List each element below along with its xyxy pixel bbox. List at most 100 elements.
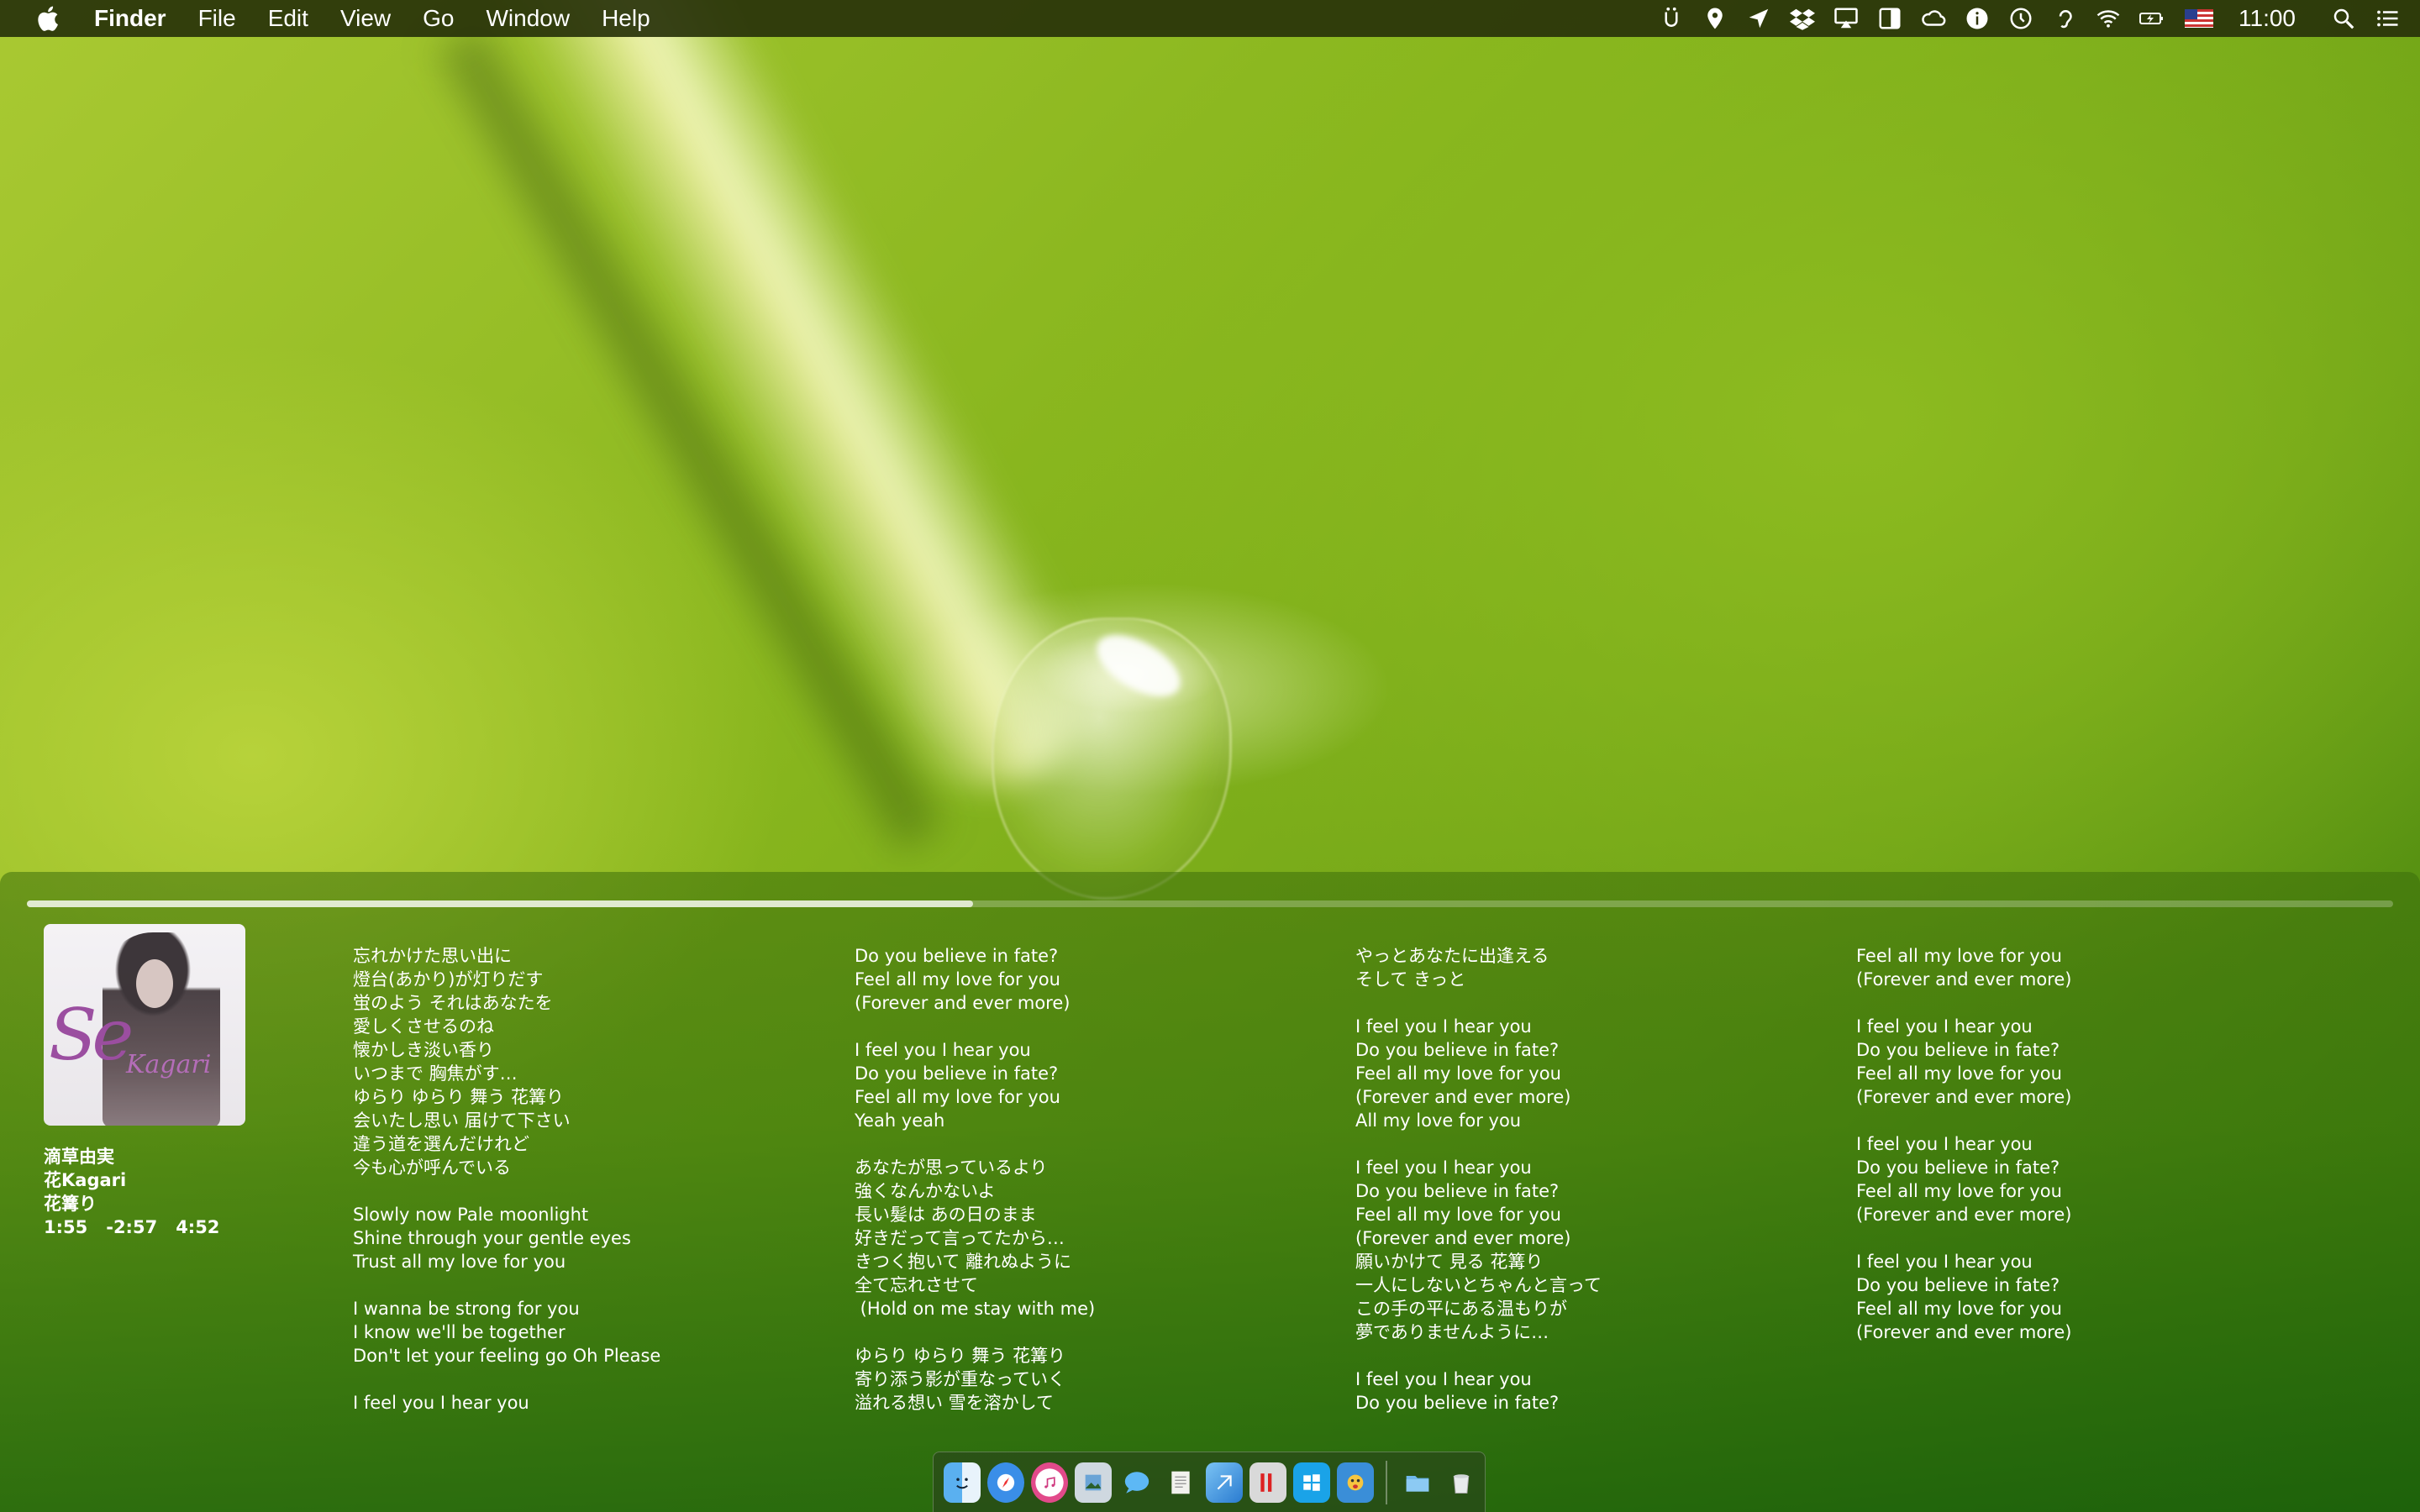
creative-cloud-icon[interactable] [1919,4,1948,33]
battery-charging-icon[interactable] [2138,4,2166,33]
parallels-icon[interactable] [1249,1462,1286,1503]
airplay-icon[interactable] [1832,4,1860,33]
location-pin-icon[interactable] [1701,4,1729,33]
lyric-line [1355,1132,1826,1156]
usb-icon[interactable] [1657,4,1686,33]
track-times: 1:55 -2:57 4:52 [44,1215,238,1239]
lyric-line: 夢でありませんように… [1355,1322,1549,1342]
menu-file[interactable]: File [198,5,236,32]
itunes-icon[interactable] [1031,1462,1068,1503]
notification-center-icon[interactable] [2373,4,2402,33]
lyric-line: Do you believe in fate? [1856,1275,2060,1295]
location-arrow-icon[interactable] [1744,4,1773,33]
hearing-icon[interactable] [2050,4,2079,33]
menu-bar-status: 11:00 [1642,0,2420,37]
lyric-line: I know we'll be together [353,1322,566,1342]
folder-icon[interactable] [1399,1462,1436,1503]
lyrics-column-3: やっとあなたに出逢える そして きっと I feel you I hear you D… [1355,944,1826,1415]
lyric-line: I feel you I hear you [353,1393,529,1413]
playback-progress-fill [27,900,974,907]
lyric-line: (Forever and ever more) [1355,1228,1571,1248]
lyric-line [1856,1226,2327,1250]
dock [933,1452,1486,1512]
menu-view[interactable]: View [340,5,391,32]
apple-icon[interactable] [34,4,60,33]
preview-icon[interactable] [1075,1462,1112,1503]
lyric-line: Feel all my love for you [855,969,1060,990]
info-icon[interactable] [1963,4,1991,33]
lyric-line: 愛しくさせるのね [353,1016,494,1037]
menu-window[interactable]: Window [486,5,570,32]
menu-bar: Finder File Edit View Go Window Help 11:… [0,0,2420,37]
lyric-line: I feel you I hear you [855,1040,1031,1060]
lyric-line: I feel you I hear you [1856,1016,2033,1037]
lyric-line: I wanna be strong for you [353,1299,580,1319]
lyric-line: 懐かしき淡い香り [353,1040,494,1060]
lyric-line: Do you believe in fate? [1355,1040,1560,1060]
finder-icon[interactable] [944,1462,981,1503]
track-elapsed: 1:55 [44,1217,88,1237]
lyric-line: Do you believe in fate? [1355,1393,1560,1413]
menu-go[interactable]: Go [423,5,454,32]
lyric-line [1355,1344,1826,1368]
album-art-logo: Se [49,994,134,1076]
spotlight-search-icon[interactable] [2329,4,2358,33]
track-duration: 4:52 [176,1217,220,1237]
feedback-icon[interactable] [1337,1462,1374,1503]
time-machine-icon[interactable] [2007,4,2035,33]
lyric-line: 全て忘れさせて [855,1275,978,1295]
lyric-line: Do you believe in fate? [855,1063,1059,1084]
lyric-line: I feel you I hear you [1856,1134,2033,1154]
playback-progress-bar[interactable] [27,900,2393,907]
lyric-line: I feel you I hear you [1355,1369,1532,1389]
lyric-line: 会いたし思い 届けて下さい [353,1110,571,1131]
album-art-title: Kagari [126,1050,212,1079]
lyric-line: いつまで 胸焦がす… [353,1063,518,1084]
lyric-line: 忘れかけた思い出に [353,946,512,966]
lyric-line: All my love for you [1355,1110,1522,1131]
lyric-line: 今も心が呼んでいる [353,1158,511,1178]
track-remaining: -2:57 [106,1217,158,1237]
lyric-line: Slowly now Pale moonlight [353,1205,589,1225]
messages-icon[interactable] [1118,1462,1155,1503]
safari-icon[interactable] [987,1462,1024,1503]
lyric-line [855,1132,1325,1156]
dock-separator [1386,1460,1387,1504]
dropbox-icon[interactable] [1788,4,1817,33]
lyric-line: 寄り添う影が重なっていく [855,1369,1065,1389]
xcode-icon[interactable] [1206,1462,1243,1503]
lyric-line [855,1015,1325,1038]
textedit-icon[interactable] [1162,1462,1199,1503]
lyric-line: あなたが思っているより [855,1158,1048,1178]
lyric-line: きつく抱いて 離れぬように [855,1252,1072,1272]
lyric-line: 蛍のよう それはあなたを [353,993,553,1013]
menu-edit[interactable]: Edit [268,5,308,32]
menu-help[interactable]: Help [602,5,650,32]
lyric-line: 強くなんかないよ [855,1181,996,1201]
lyric-line [1856,991,2327,1015]
lyric-line: Feel all my love for you [1355,1063,1561,1084]
lyric-line: 燈台(あかり)が灯りだす [353,969,544,990]
lyric-line [1856,1109,2327,1132]
windows-icon[interactable] [1293,1462,1330,1503]
trash-icon[interactable] [1443,1462,1480,1503]
lyric-line: (Forever and ever more) [1856,969,2072,990]
track-artist: 滴草由実 [44,1147,114,1167]
menu-clock[interactable]: 11:00 [2238,5,2296,32]
lyric-line: Shine through your gentle eyes [353,1228,631,1248]
wifi-icon[interactable] [2094,4,2123,33]
sidebar-icon[interactable] [1876,4,1904,33]
lyric-line: Feel all my love for you [1355,1205,1561,1225]
us-flag-icon[interactable] [2185,9,2213,28]
menu-bar-left: Finder File Edit View Go Window Help [0,0,682,37]
lyric-line: Do you believe in fate? [1856,1158,2060,1178]
lyric-line: ゆらり ゆらり 舞う 花篝り [855,1346,1066,1366]
lyric-line: この手の平にある温もりが [1355,1299,1567,1319]
lyric-line: Do you believe in fate? [1856,1040,2060,1060]
lyric-line [855,1320,1325,1344]
menu-app-finder[interactable]: Finder [94,5,166,32]
lyric-line: 違う道を選んだけれど [353,1134,529,1154]
lyrics-column-4: Feel all my love for you (Forever and eve… [1856,944,2327,1344]
lyric-line: Don't let your feeling go Oh Please [353,1346,661,1366]
lyric-line: Feel all my love for you [1856,1299,2062,1319]
